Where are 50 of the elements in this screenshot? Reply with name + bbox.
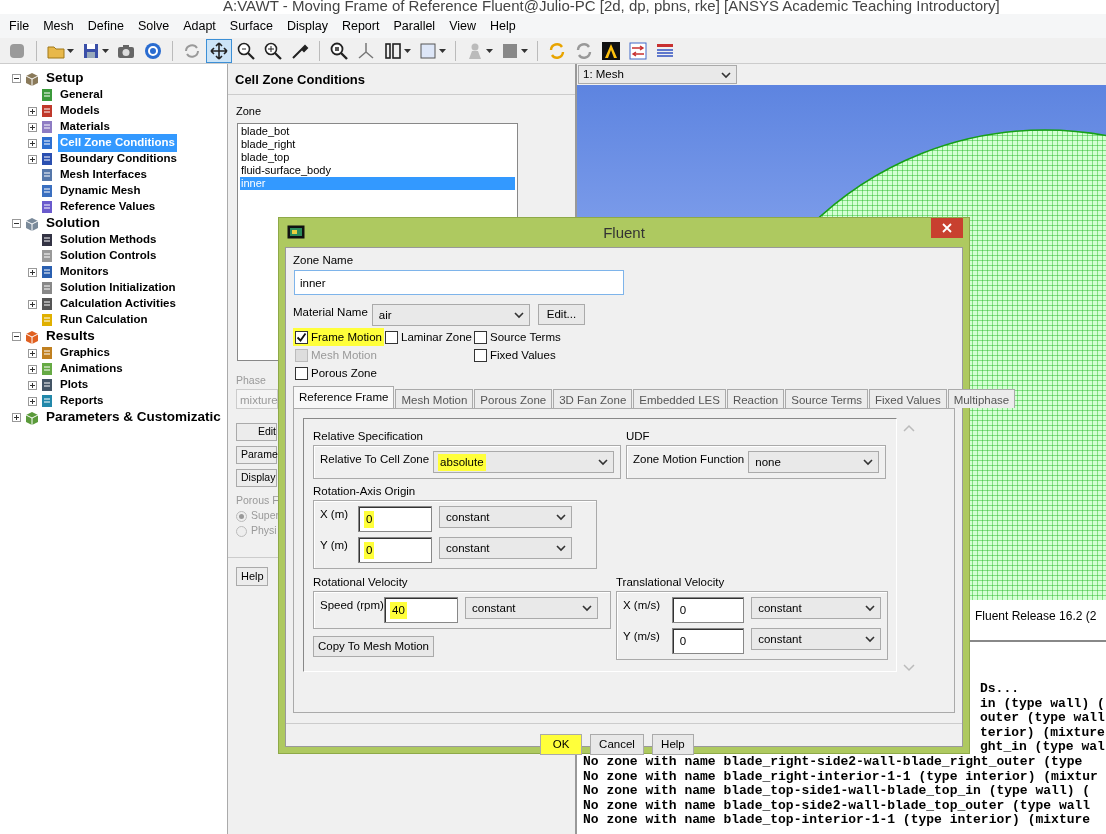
dropdown-value: none	[754, 454, 782, 470]
radio-label: Super	[251, 508, 280, 524]
console-line: outer (type wall	[980, 711, 1105, 726]
field-value: 0	[678, 633, 688, 649]
field-label: X (m)	[320, 507, 350, 523]
field-label: Zone	[235, 103, 263, 119]
console-line: in (type wall) (	[980, 696, 1105, 712]
group-title: UDF	[626, 429, 651, 444]
radio-label: Physi	[251, 523, 277, 539]
console-line: No zone with name blade_right-interior-1-1 (type interior) (mixtur	[583, 769, 1098, 785]
dropdown-value: constant	[471, 600, 517, 616]
field-value: 0	[364, 510, 375, 528]
field-value: 0	[364, 541, 375, 559]
group-title: Relative Specification	[313, 429, 424, 444]
dropdown-value: constant	[445, 540, 491, 556]
console-line: terior) (mixture	[980, 725, 1105, 741]
checkbox-label: Laminar Zone	[401, 329, 472, 345]
console-line: No zone with name blade_top-side1-wall-blade_top_in (type wall) (	[583, 784, 1091, 799]
checkbox-label: Frame Motion	[311, 329, 382, 345]
field-value: 0	[678, 602, 688, 618]
field-label: Y (m)	[320, 538, 349, 554]
field-label: Zone Name	[293, 253, 355, 268]
dropdown-value: constant	[445, 509, 491, 525]
field-label: Y (m/s)	[623, 629, 661, 645]
field-label: Material Name	[293, 305, 368, 321]
dialog-title: Fluent	[602, 223, 646, 243]
dropdown-value: absolute	[438, 453, 486, 471]
field-value: 40	[390, 601, 407, 619]
console-line: ght_in (type wal	[980, 740, 1105, 755]
checkbox-label: Fixed Values	[490, 347, 556, 363]
checkbox-label: Source Terms	[490, 329, 561, 345]
field-label: Zone Motion Function	[633, 452, 745, 468]
dropdown-value: constant	[757, 600, 803, 616]
panel-title: Cell Zone Conditions	[228, 64, 575, 95]
dropdown-value: 1: Mesh	[583, 66, 624, 82]
console-line: No zone with name blade_top-side2-wall-blade_top_outer (type wall	[583, 798, 1091, 814]
group-title: Rotational Velocity	[313, 575, 409, 590]
release-text: Fluent Release 16.2 (2	[975, 608, 1097, 625]
console-line: Ds...	[980, 682, 1019, 697]
dropdown-value: constant	[757, 631, 803, 647]
checkbox-label: Mesh Motion	[311, 347, 377, 363]
console-line: No zone with name blade_right-side2-wall-blade_right_outer (type	[583, 754, 1083, 770]
field-label: Relative To Cell Zone	[320, 452, 430, 468]
console-line: No zone with name blade_top-interior-1-1 (type interior) (mixture	[583, 813, 1091, 828]
checkbox-label: Porous Zone	[311, 365, 377, 381]
dropdown-value: air	[377, 307, 393, 323]
window-title: A:VAWT - Moving Frame of Reference Fluent@Julio-PC [2d, dp, pbns, rke] [ANSYS Academic Teaching Introductory]	[0, 0, 1106, 14]
field-label: X (m/s)	[623, 598, 662, 614]
group-title: Translational Velocity	[616, 575, 726, 590]
group-title: Rotation-Axis Origin	[313, 484, 417, 499]
